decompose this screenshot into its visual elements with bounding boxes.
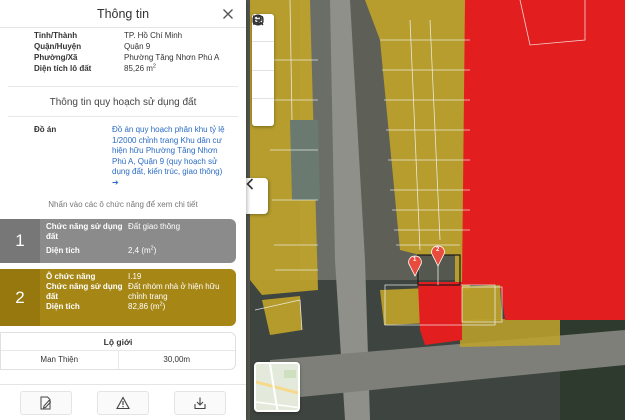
project-link[interactable]: Đồ án quy hoạch phân khu tỷ lệ 1/2000 ch… — [112, 125, 230, 188]
zone-cell-value: I.19 — [128, 272, 142, 281]
province-row: Tỉnh/Thành TP. Hồ Chí Minh — [34, 30, 246, 41]
zone-details: Chức năng sử dụng đất Đất giao thông Diệ… — [40, 219, 236, 263]
hint-text: Nhấn vào các ô chức năng để xem chi tiết — [48, 200, 198, 209]
ward-value: Phường Tăng Nhơn Phú A — [124, 53, 220, 62]
close-panel-button[interactable] — [222, 8, 234, 20]
zone-area-row: Diện tích 82,86 (m2) — [46, 302, 230, 312]
zone-function-value: Đất giao thông — [128, 222, 181, 231]
setback-street: Man Thiện — [1, 351, 119, 369]
zone-card-2[interactable]: 2 Ô chức năng I.19 Chức năng sử dụng đất… — [0, 269, 236, 326]
location-info: Tỉnh/Thành TP. Hồ Chí Minh Quận/Huyện Qu… — [0, 28, 246, 74]
ward-label: Phường/Xã — [34, 53, 78, 62]
download-icon — [194, 397, 206, 409]
warning-icon — [116, 395, 130, 409]
map-pin-2-label[interactable]: 2 — [436, 247, 439, 253]
zone-cell-row: Ô chức năng I.19 — [46, 272, 230, 282]
province-label: Tỉnh/Thành — [34, 31, 78, 40]
zone-function-row: Chức năng sử dụng đất Đất nhóm nhà ở hiệ… — [46, 282, 230, 302]
panel-scroll[interactable]: Tỉnh/Thành TP. Hồ Chí Minh Quận/Huyện Qu… — [0, 28, 246, 378]
district-row: Quận/Huyện Quận 9 — [34, 41, 246, 52]
project-label: Đồ án — [34, 125, 57, 134]
edit-document-button[interactable] — [20, 390, 73, 415]
zone-cell-label: Ô chức năng — [46, 272, 96, 281]
map-pin-1-label[interactable]: 1 — [413, 257, 416, 263]
minimap[interactable] — [254, 362, 300, 412]
close-icon — [223, 9, 233, 19]
zone-number: 1 — [0, 219, 40, 263]
report-button[interactable] — [96, 390, 149, 415]
collapse-panel-button[interactable] — [246, 178, 268, 214]
map-layers-button[interactable] — [252, 14, 274, 71]
panel-title: Thông tin — [96, 6, 150, 21]
map-toolbar — [252, 14, 274, 126]
zone-area-value: 2,4 (m2) — [128, 245, 157, 255]
zone-function-label: Chức năng sử dụng đất — [46, 222, 123, 241]
zone-details: Ô chức năng I.19 Chức năng sử dụng đất Đ… — [40, 269, 236, 326]
setback-row: Man Thiện 30,00m — [1, 351, 235, 369]
panel-footer — [0, 384, 246, 420]
zone-number: 2 — [0, 269, 40, 326]
setback-table: Lộ giới Man Thiện 30,00m — [0, 332, 236, 370]
info-icon — [252, 14, 264, 26]
info-panel: Thông tin Tỉnh/Thành TP. Hồ Chí Minh Quậ… — [0, 0, 246, 420]
zone-area-label: Diện tích — [46, 246, 80, 255]
zone-area-label: Diện tích — [46, 302, 80, 311]
minimap-graphic — [256, 364, 298, 410]
ward-row: Phường/Xã Phường Tăng Nhơn Phú A — [34, 52, 246, 63]
zone-area-row: Diện tích 2,4 (m2) — [46, 246, 230, 256]
panel-header: Thông tin — [0, 0, 246, 28]
planning-project: Đồ án Đồ án quy hoạch phân khu tỷ lệ 1/2… — [0, 117, 246, 188]
map-legend-button[interactable] — [252, 15, 274, 99]
zone-function-row: Chức năng sử dụng đất Đất giao thông — [46, 222, 230, 242]
map-info-button[interactable] — [252, 14, 274, 126]
lot-area-row: Diện tích lô đất 85,26 m2 — [34, 63, 246, 74]
setback-width: 30,00m — [163, 355, 191, 364]
province-value: TP. Hồ Chí Minh — [124, 31, 183, 40]
district-label: Quận/Huyện — [34, 42, 82, 51]
chevron-left-icon — [246, 178, 254, 190]
lot-area-label: Diện tích lô đất — [34, 64, 92, 73]
setback-title: Lộ giới — [1, 333, 235, 351]
zone-function-label: Chức năng sử dụng đất — [46, 282, 123, 301]
edit-document-icon — [40, 396, 52, 409]
lot-area-value: 85,26 m2 — [124, 63, 156, 73]
zone-function-value: Đất nhóm nhà ở hiện hữu chỉnh trang — [128, 282, 220, 301]
zone-card-1[interactable]: 1 Chức năng sử dụng đất Đất giao thông D… — [0, 219, 236, 263]
planning-section-title: Thông tin quy hoạch sử dụng đất — [49, 97, 197, 108]
zone-area-value: 82,86 (m2) — [128, 301, 166, 311]
district-value: Quận 9 — [124, 42, 151, 51]
download-button[interactable] — [173, 390, 226, 415]
arrow-right-icon: ➔ — [112, 177, 119, 187]
